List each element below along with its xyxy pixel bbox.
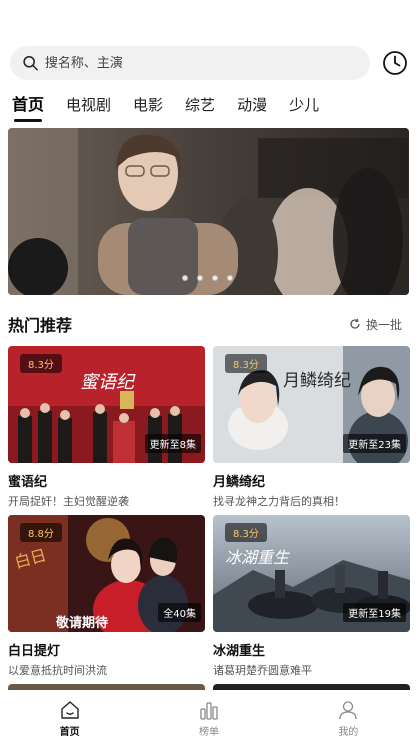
card-subtitle: 开局捉奸！主妇觉醒逆袭	[8, 495, 129, 508]
ranking-icon	[200, 701, 218, 720]
poster[interactable]: 月鳞绮纪 8.3分 更新至23集	[213, 346, 410, 463]
profile-icon	[339, 700, 357, 719]
hot-recommend-header: 热门推荐 换一批	[8, 312, 402, 336]
card-subtitle: 找寻龙神之力背后的真相！	[213, 495, 345, 508]
clock-icon	[383, 51, 407, 75]
rating-badge: 8.3分	[225, 354, 267, 373]
refresh-icon	[350, 318, 360, 329]
card-title: 冰湖重生	[213, 644, 266, 659]
search-row	[10, 46, 410, 80]
category-tabs: 首页 电视剧 电影 综艺 动漫 少儿	[12, 95, 418, 125]
poster-title-text: 蜜语纪	[80, 372, 136, 393]
banner-pagination	[182, 275, 233, 281]
bottom-navigation: 首页 榜单 我的	[0, 691, 418, 743]
show-card[interactable]: 冰湖重生 8.3分 更新至19集 冰湖重生 诸葛玥楚乔圆意难平	[213, 515, 410, 678]
poster-title-text: 月鳞绮纪	[283, 371, 351, 391]
card-title: 月鳞绮纪	[213, 475, 266, 490]
poster-title-text: 冰湖重生	[225, 548, 291, 567]
section-title: 热门推荐	[8, 316, 73, 335]
home-icon	[60, 700, 79, 719]
show-card[interactable]: 蜜语纪 8.3分 更新至8集 蜜语纪 开局捉奸！主妇觉醒逆袭	[8, 346, 205, 509]
nav-ranking[interactable]: 榜单	[139, 691, 278, 743]
refresh-label: 换一批	[365, 317, 402, 332]
poster[interactable]: 白日 敬请期待 8.8分 全40集	[8, 515, 205, 632]
episode-badge: 全40集	[158, 603, 201, 622]
search-icon	[23, 55, 38, 71]
show-card[interactable]: 月鳞绮纪 8.3分 更新至23集 月鳞绮纪 找寻龙神之力背后的真相！	[213, 346, 410, 509]
tab-variety[interactable]: 综艺	[185, 95, 215, 115]
nav-profile[interactable]: 我的	[279, 691, 418, 743]
rating-badge: 8.8分	[20, 523, 62, 542]
banner-image	[8, 128, 409, 295]
pagination-dot[interactable]	[197, 275, 203, 281]
nav-label: 我的	[338, 726, 359, 738]
episode-badge: 更新至8集	[144, 434, 201, 453]
pagination-dot[interactable]	[227, 275, 233, 281]
card-subtitle: 诸葛玥楚乔圆意难平	[213, 664, 312, 677]
nav-label: 首页	[59, 726, 80, 738]
poster[interactable]: 冰湖重生 8.3分 更新至19集	[213, 515, 410, 632]
rating-badge: 8.3分	[225, 523, 267, 542]
pagination-dot[interactable]	[182, 275, 188, 281]
rating-badge: 8.3分	[20, 354, 62, 373]
next-row-poster[interactable]	[213, 684, 410, 690]
tab-anime[interactable]: 动漫	[237, 95, 267, 115]
tab-tv-series[interactable]: 电视剧	[66, 95, 111, 115]
history-button[interactable]	[380, 48, 410, 78]
tab-kids[interactable]: 少儿	[289, 95, 319, 115]
poster-title-text: 敬请期待	[55, 615, 108, 631]
episode-badge: 更新至19集	[343, 603, 406, 622]
card-subtitle: 以爱意抵抗时间洪流	[8, 664, 107, 677]
poster[interactable]: 蜜语纪 8.3分 更新至8集	[8, 346, 205, 463]
show-card[interactable]: 白日 敬请期待 8.8分 全40集 白日提灯 以爱意抵抗时间洪流	[8, 515, 205, 678]
search-input[interactable]	[44, 55, 370, 71]
search-bar[interactable]	[10, 46, 370, 80]
next-row-poster[interactable]	[8, 684, 205, 690]
pagination-dot[interactable]	[212, 275, 218, 281]
tab-movies[interactable]: 电影	[133, 95, 163, 115]
nav-label: 榜单	[198, 726, 219, 738]
refresh-button[interactable]: 换一批	[349, 316, 402, 333]
tab-home[interactable]: 首页	[12, 95, 44, 122]
featured-banner[interactable]	[8, 128, 409, 295]
card-title: 白日提灯	[8, 644, 61, 659]
episode-badge: 更新至23集	[343, 434, 406, 453]
card-title: 蜜语纪	[8, 475, 48, 490]
nav-home[interactable]: 首页	[0, 691, 139, 743]
